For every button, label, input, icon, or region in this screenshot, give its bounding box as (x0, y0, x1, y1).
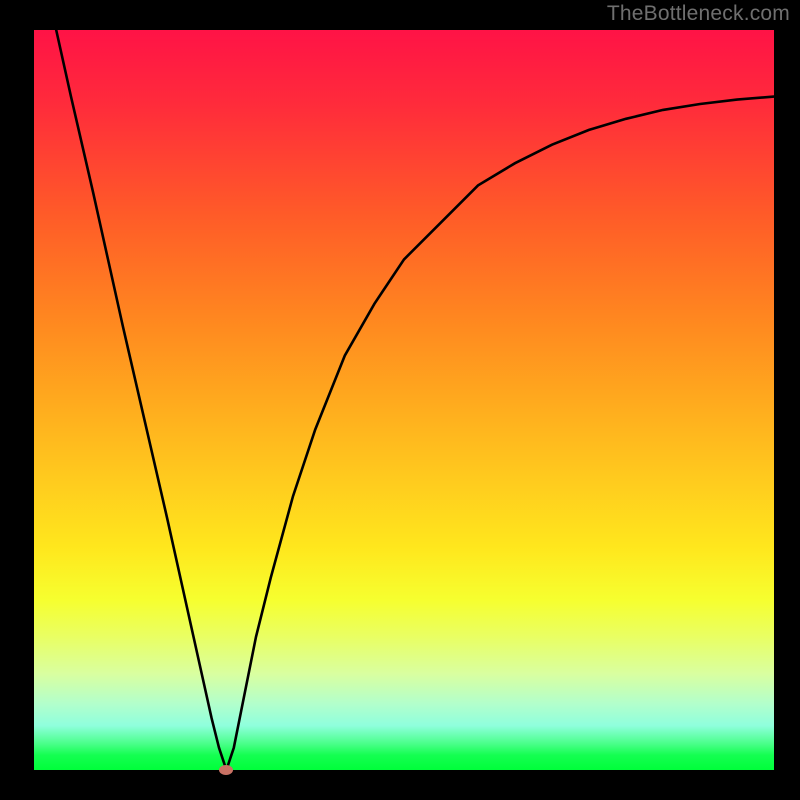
chart-container: TheBottleneck.com (0, 0, 800, 800)
bottleneck-curve (34, 30, 774, 770)
optimal-point-marker (219, 765, 233, 775)
watermark-label: TheBottleneck.com (607, 2, 790, 26)
